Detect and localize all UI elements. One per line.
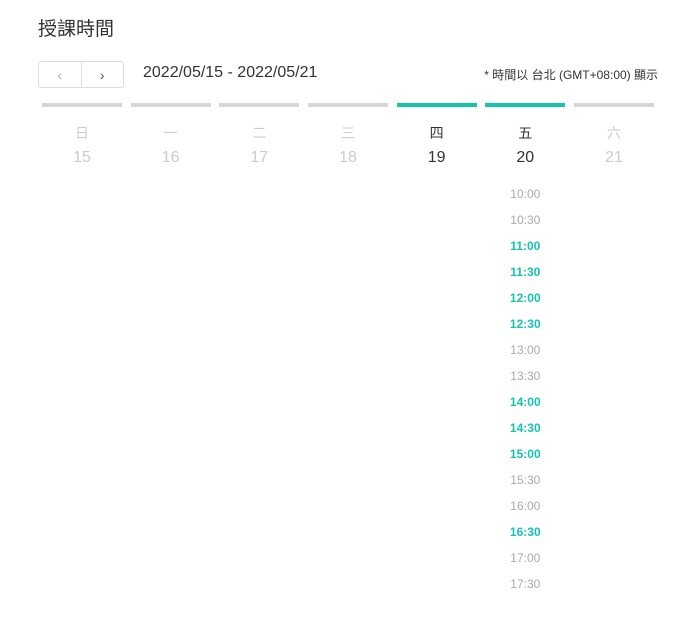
time-slot: 17:30 [510, 577, 541, 591]
time-slot[interactable]: 15:00 [485, 441, 565, 467]
day-bar [485, 103, 566, 107]
day-of-week: 四 [429, 125, 444, 141]
time-slot[interactable]: 12:30 [485, 311, 565, 337]
day-of-week: 三 [340, 125, 355, 141]
day-column: 六 21 [573, 103, 654, 597]
next-week-button[interactable]: › [80, 62, 124, 87]
day-of-week: 六 [606, 125, 621, 141]
day-column: 四 19 [396, 103, 477, 597]
time-slot[interactable]: 16:30 [485, 519, 565, 545]
day-of-week: 二 [252, 125, 267, 141]
day-date: 18 [339, 149, 357, 166]
time-slot[interactable]: 14:00 [485, 389, 565, 415]
week-columns: 日 15 一 16 二 17 三 18 四 19 五 20 10:00 10:30 1… [42, 103, 654, 597]
date-range: 2022/05/15 - 2022/05/21 [143, 64, 318, 81]
day-of-week: 五 [518, 125, 533, 141]
time-slot[interactable]: 12:00 [485, 285, 565, 311]
day-date: 15 [73, 149, 91, 166]
time-slot: 16:00 [510, 499, 541, 513]
time-slot: 10:00 [510, 187, 541, 201]
day-bar [219, 103, 300, 107]
day-of-week: 一 [163, 125, 178, 141]
time-slot[interactable]: 14:30 [485, 415, 565, 441]
timezone-note: * 時間以 台北 (GMT+08:00) 顯示 [484, 68, 658, 82]
time-slot: 10:30 [510, 213, 541, 227]
day-of-week: 日 [75, 125, 89, 141]
day-bar [307, 103, 388, 107]
prev-week-button[interactable]: ‹ [39, 62, 81, 87]
day-date: 17 [250, 149, 269, 166]
day-date: 20 [516, 149, 535, 166]
day-column: 一 16 [130, 103, 211, 597]
time-slot: 17:00 [510, 551, 541, 565]
page-title: 授課時間 [38, 19, 115, 40]
week-nav: ‹ › [38, 61, 124, 88]
day-bar [573, 103, 654, 107]
day-bar [130, 103, 211, 107]
day-bar [396, 103, 477, 107]
time-slot[interactable]: 11:00 [485, 233, 565, 259]
day-bar [42, 103, 122, 107]
time-slot: 15:30 [510, 473, 541, 487]
day-column: 五 20 10:00 10:30 11:00 11:30 12:00 12:30 13:00 1… [485, 103, 566, 597]
day-date: 16 [161, 149, 180, 166]
time-slot[interactable]: 11:30 [485, 259, 565, 285]
time-slot: 13:30 [510, 369, 541, 383]
day-column: 二 17 [219, 103, 300, 597]
day-column: 日 15 [42, 103, 122, 597]
time-slot: 13:00 [510, 343, 541, 357]
day-date: 21 [605, 149, 623, 166]
day-column: 三 18 [307, 103, 388, 597]
day-date: 19 [427, 149, 446, 166]
